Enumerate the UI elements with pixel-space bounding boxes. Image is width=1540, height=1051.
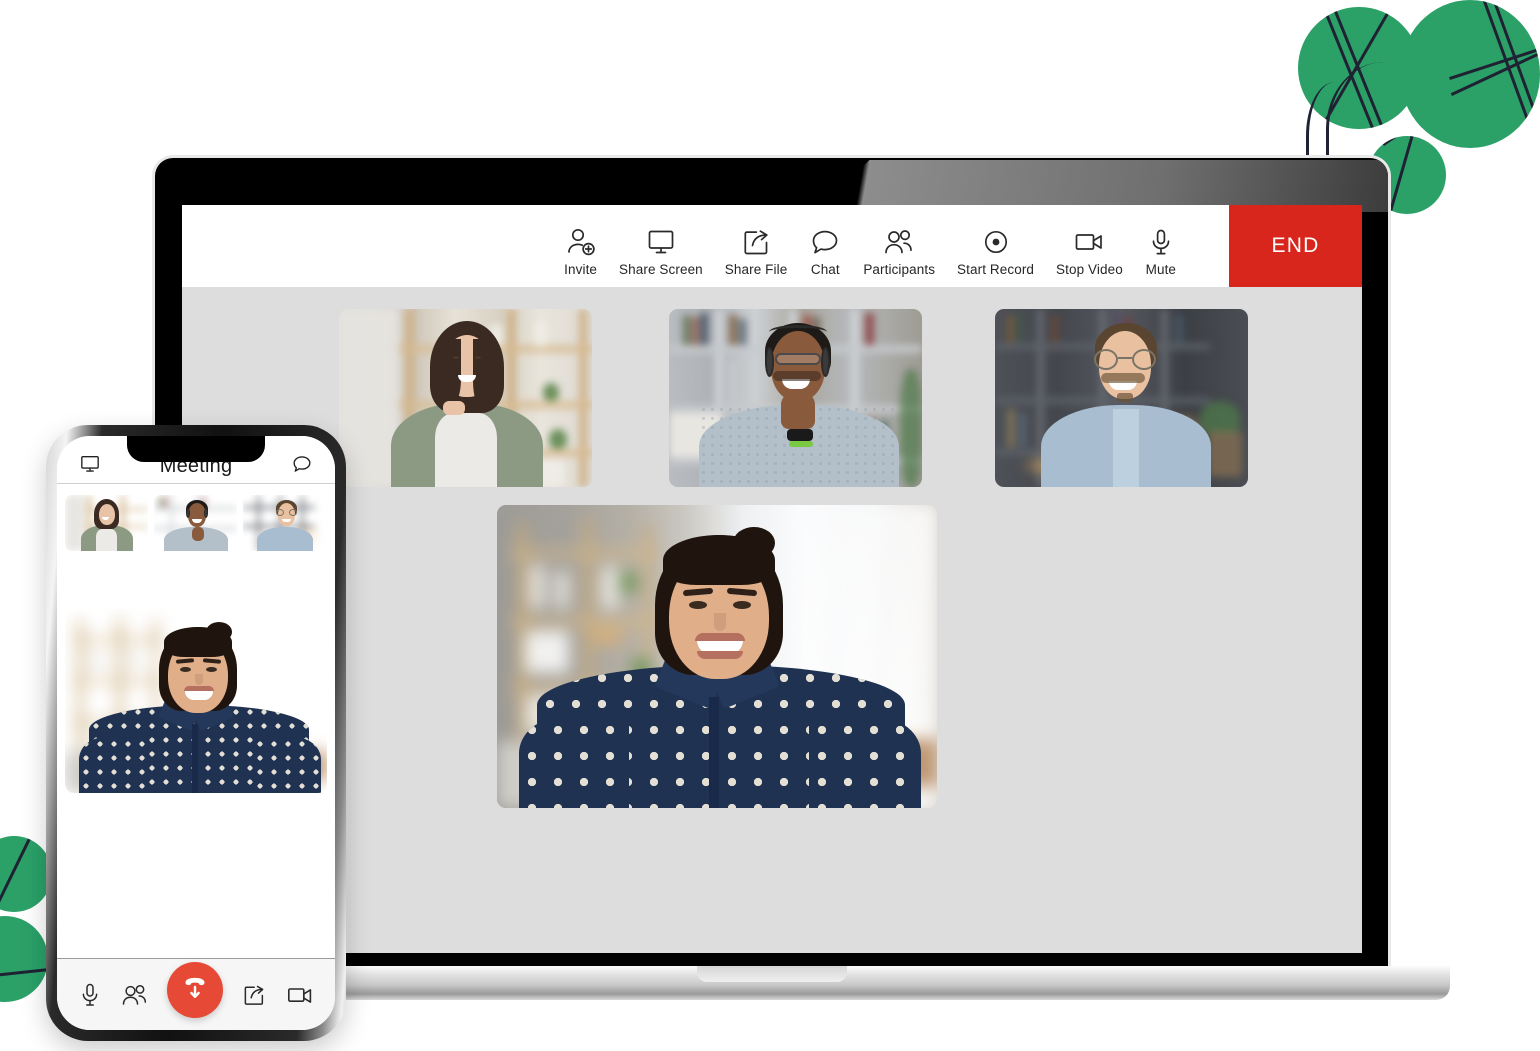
phone-screen: Meeting [57,436,335,1030]
invite-label: Invite [564,262,598,277]
participants-button[interactable]: Participants [852,227,946,277]
meeting-toolbar: Invite Share Screen Share File Chat Part… [182,205,1362,287]
phone-down-arrow-icon [180,972,210,1007]
page-root: Invite Share Screen Share File Chat Part… [0,0,1540,1051]
phone-bottom-bar [57,958,335,1030]
people-icon [883,227,915,257]
invite-button[interactable]: Invite [553,227,608,277]
share-screen-button[interactable]: Share Screen [608,227,714,277]
toolbar-actions: Invite Share Screen Share File Chat Part… [182,205,1229,287]
chat-bubble-icon [809,227,841,257]
monitor-icon [645,227,677,257]
phone-device: Meeting [46,425,346,1041]
record-dot-icon [980,227,1012,257]
monitor-icon[interactable] [79,454,101,479]
phone-participant-tile-1[interactable] [65,495,148,551]
share-file-label: Share File [724,262,788,277]
share-file-arrow-icon [740,227,772,257]
phone-participant-tile-2[interactable] [154,495,237,551]
chat-button[interactable]: Chat [798,227,852,277]
participant-tile-1[interactable] [339,309,592,487]
participant-tile-2[interactable] [669,309,922,487]
leaf-bottom-upper [0,836,52,912]
phone-thumbnail-strip [57,484,335,551]
participant-tile-3[interactable] [995,309,1248,487]
laptop-screen: Invite Share Screen Share File Chat Part… [182,205,1362,953]
phone-share-button[interactable] [241,982,267,1008]
stop-video-button[interactable]: Stop Video [1045,227,1134,277]
mute-label: Mute [1145,262,1177,277]
video-camera-icon [1073,227,1105,257]
stop-video-label: Stop Video [1056,262,1123,277]
phone-active-speaker-tile[interactable] [65,609,327,793]
phone-participant-tile-3[interactable] [243,495,326,551]
phone-end-call-button[interactable] [166,961,223,1018]
mute-button[interactable]: Mute [1134,227,1188,277]
laptop-base-notch [696,966,847,982]
chat-label: Chat [810,262,840,277]
phone-participants-button[interactable] [121,982,149,1008]
phone-video-button[interactable] [286,982,314,1008]
start-record-label: Start Record [957,262,1035,277]
phone-mute-button[interactable] [78,982,102,1008]
phone-main-video-wrap [57,599,335,793]
share-file-button[interactable]: Share File [714,227,799,277]
chat-bubble-icon[interactable] [291,454,313,479]
phone-notch [127,436,265,462]
invite-person-add-icon [565,227,597,257]
end-meeting-button[interactable]: END [1229,205,1362,287]
microphone-icon [1145,227,1177,257]
start-record-button[interactable]: Start Record [946,227,1045,277]
participants-label: Participants [863,262,936,277]
leaf-bottom-lower [0,916,48,1002]
active-speaker-tile[interactable] [497,505,937,808]
share-screen-label: Share Screen [619,262,703,277]
